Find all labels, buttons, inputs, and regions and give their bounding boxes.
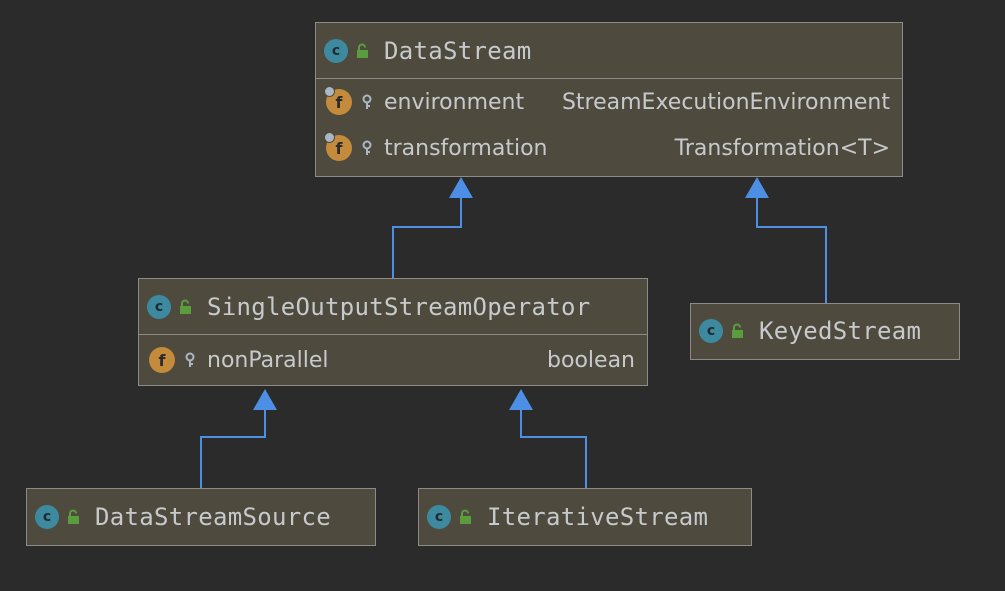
lock-icon <box>357 43 368 58</box>
field-name: transformation <box>384 135 548 161</box>
field-name: nonParallel <box>207 347 329 373</box>
pin-icon <box>324 86 335 97</box>
class-icon: c <box>427 504 451 529</box>
class-node-keyed-stream[interactable]: c KeyedStream <box>690 303 960 360</box>
field-row[interactable]: f nonParallel boolean <box>139 335 647 385</box>
arrowhead-single-left <box>253 389 277 410</box>
edge-keyed-to-datastream <box>756 196 827 303</box>
field-row[interactable]: f transformation Transformation<T> <box>316 125 902 171</box>
lock-icon <box>732 323 743 338</box>
arrowhead-datastream-left <box>449 177 473 198</box>
class-name: SingleOutputStreamOperator <box>207 292 591 321</box>
class-name: DataStreamSource <box>95 502 331 531</box>
field-type: boolean <box>547 347 635 373</box>
class-icon: c <box>699 319 723 343</box>
field-name: environment <box>384 89 525 115</box>
arrowhead-single-right <box>509 389 533 410</box>
field-type: StreamExecutionEnvironment <box>561 89 890 115</box>
field-icon: f <box>149 347 175 373</box>
class-node-single-output-stream-operator[interactable]: c SingleOutputStreamOperator f nonParall… <box>138 278 648 386</box>
lock-icon <box>180 299 191 314</box>
key-icon <box>362 140 372 155</box>
edge-source-to-single <box>200 408 266 488</box>
field-icon: f <box>324 132 352 161</box>
class-node-data-stream-source[interactable]: c DataStreamSource <box>26 488 376 546</box>
field-icon: f <box>324 86 352 115</box>
edge-single-to-datastream <box>392 196 462 278</box>
arrowhead-datastream-right <box>745 177 769 198</box>
lock-icon <box>68 509 79 524</box>
lock-icon <box>460 509 471 524</box>
key-icon <box>185 352 195 367</box>
class-header: c DataStreamSource <box>27 489 375 544</box>
class-name: IterativeStream <box>487 502 709 531</box>
edge-iterative-to-single <box>520 408 587 488</box>
class-header: c IterativeStream <box>419 489 751 544</box>
class-header: c KeyedStream <box>691 304 959 358</box>
field-type: Transformation<T> <box>674 135 890 161</box>
field-row[interactable]: f environment StreamExecutionEnvironment <box>316 79 902 125</box>
class-name: DataStream <box>384 36 532 65</box>
pin-icon <box>324 132 335 143</box>
class-icon: c <box>324 38 348 63</box>
class-node-datastream[interactable]: c DataStream f environment StreamExecuti… <box>315 22 903 177</box>
class-name: KeyedStream <box>759 317 922 345</box>
class-icon: c <box>35 504 59 529</box>
key-icon <box>362 94 372 109</box>
class-node-iterative-stream[interactable]: c IterativeStream <box>418 488 752 546</box>
class-header: c DataStream <box>316 23 902 78</box>
class-header: c SingleOutputStreamOperator <box>139 279 647 334</box>
class-icon: c <box>147 294 171 319</box>
